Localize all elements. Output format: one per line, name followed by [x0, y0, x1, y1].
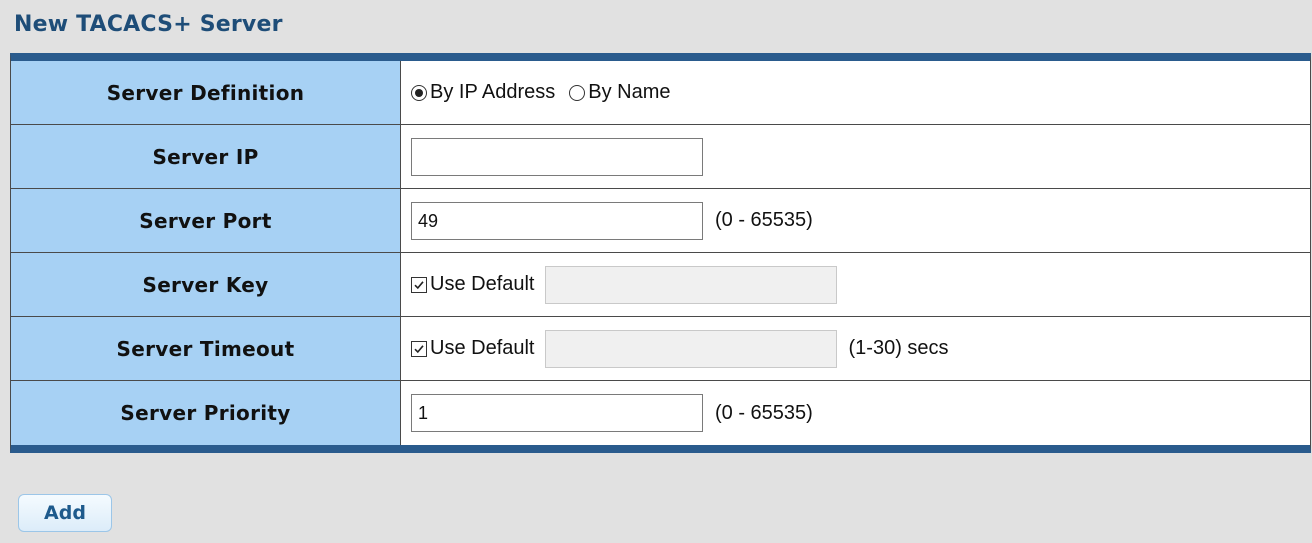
panel-title: New TACACS+ Server: [14, 12, 283, 37]
add-button[interactable]: Add: [18, 494, 112, 532]
checkbox-checked-icon[interactable]: [411, 340, 427, 357]
server-timeout-use-default-label: Use Default: [430, 337, 535, 359]
server-timeout-label: Server Timeout: [11, 317, 401, 380]
radio-by-name-label: By Name: [588, 81, 671, 103]
row-server-key: Server Key Use Default: [11, 253, 1310, 317]
server-priority-label: Server Priority: [11, 381, 401, 445]
server-timeout-input[interactable]: [544, 329, 837, 368]
row-server-priority: Server Priority 1 (0 - 65535): [11, 381, 1310, 445]
page: New TACACS+ Server Server Definition By …: [0, 0, 1312, 543]
radio-checked-icon[interactable]: [411, 84, 427, 101]
server-key-use-default[interactable]: Use Default: [411, 273, 535, 296]
server-priority-input[interactable]: 1: [411, 394, 703, 432]
server-port-label: Server Port: [11, 189, 401, 252]
server-key-value: Use Default: [401, 253, 1310, 316]
checkbox-checked-icon[interactable]: [411, 276, 427, 293]
server-port-input[interactable]: 49: [411, 201, 703, 240]
radio-by-ip-address-label: By IP Address: [430, 81, 556, 103]
server-port-range: (0 - 65535): [715, 209, 813, 231]
radio-unchecked-icon[interactable]: [569, 84, 586, 101]
server-priority-value: 1 (0 - 65535): [401, 381, 1310, 445]
row-server-ip: Server IP: [11, 125, 1310, 189]
server-port-value: 49 (0 - 65535): [401, 189, 1310, 252]
server-ip-label: Server IP: [11, 125, 401, 188]
radio-by-ip-address[interactable]: By IP Address: [411, 81, 555, 104]
server-definition-label: Server Definition: [11, 61, 401, 124]
row-server-definition: Server Definition By IP Address By Name: [11, 61, 1310, 125]
server-form-table: Server Definition By IP Address By Name …: [10, 53, 1311, 453]
radio-by-name[interactable]: By Name: [569, 81, 671, 104]
server-key-use-default-label: Use Default: [430, 273, 535, 295]
server-timeout-value: Use Default (1-30) secs: [401, 317, 1310, 380]
server-timeout-use-default[interactable]: Use Default: [411, 337, 535, 360]
row-server-port: Server Port 49 (0 - 65535): [11, 189, 1310, 253]
server-key-input[interactable]: [544, 265, 837, 304]
server-timeout-range: (1-30) secs: [848, 337, 949, 359]
server-definition-value: By IP Address By Name: [401, 61, 1310, 124]
row-server-timeout: Server Timeout Use Default (1-30) secs: [11, 317, 1310, 381]
server-ip-input[interactable]: [411, 137, 703, 176]
server-priority-range: (0 - 65535): [715, 401, 813, 424]
server-ip-value: [401, 125, 1310, 188]
server-key-label: Server Key: [11, 253, 401, 316]
